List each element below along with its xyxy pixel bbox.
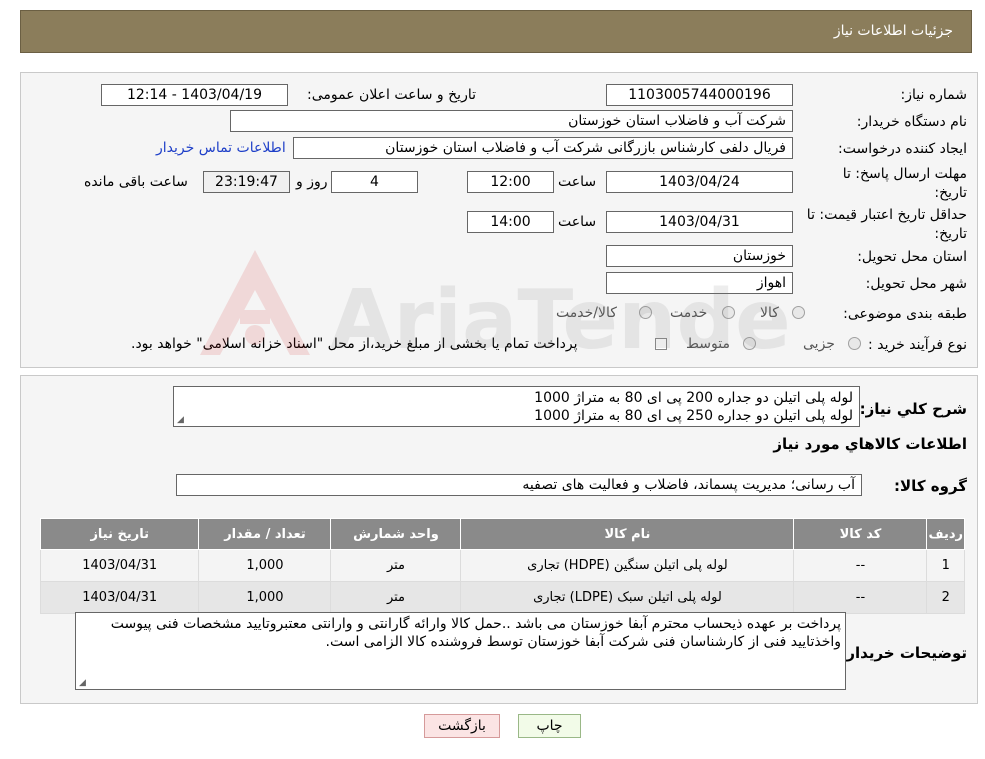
remaining-days-field: 4 xyxy=(331,171,418,193)
col-quantity: تعداد / مقدار xyxy=(198,518,332,550)
summary-label: شرح کلي نياز: xyxy=(859,400,967,418)
buyer-contact-link[interactable]: اطلاعات تماس خریدار xyxy=(156,140,286,156)
table-header-row: رديف کد کالا نام کالا واحد شمارش تعداد /… xyxy=(39,518,965,550)
days-label: روز و xyxy=(296,174,328,190)
buyer-notes-textarea[interactable]: پرداخت بر عهده ذیحساب محترم آبفا خوزستان… xyxy=(75,612,846,690)
print-button[interactable]: چاپ xyxy=(518,714,581,738)
city-label: شهر محل تحویل: xyxy=(865,276,967,292)
goods-group-label: گروه کالا: xyxy=(894,477,967,495)
process-label: نوع فرآیند خرید : xyxy=(868,337,967,353)
need-number-label: شماره نیاز: xyxy=(900,87,968,103)
need-number-field: 1103005744000196 xyxy=(606,84,793,106)
cell-row-number: 1 xyxy=(926,549,965,582)
deadline-time-field: 12:00 xyxy=(467,171,554,193)
col-item-name: نام کالا xyxy=(460,518,795,550)
process-option-medium: متوسط xyxy=(686,336,730,352)
cell-need-date: 1403/04/31 xyxy=(39,581,200,614)
cell-need-date: 1403/04/31 xyxy=(39,549,200,582)
deadline-date-field: 1403/04/24 xyxy=(606,171,793,193)
buyer-notes-text: پرداخت بر عهده ذیحساب محترم آبفا خوزستان… xyxy=(110,616,841,650)
cell-quantity: 1,000 xyxy=(198,581,332,614)
summary-line-1: لوله پلی اتیلن دو جداره 200 پی ای 80 به … xyxy=(534,390,853,406)
remaining-label: ساعت باقی مانده xyxy=(84,174,188,190)
deadline-label: مهلت ارسال پاسخ: تا تاریخ: xyxy=(842,166,967,201)
category-option-goods-service: کالا/خدمت xyxy=(556,305,617,321)
category-radio-goods-service[interactable] xyxy=(639,306,652,319)
province-label: استان محل تحویل: xyxy=(857,249,967,265)
treasury-checkbox[interactable] xyxy=(655,338,667,350)
category-option-service: خدمت xyxy=(670,305,708,321)
cell-row-number: 2 xyxy=(926,581,965,614)
col-unit: واحد شمارش xyxy=(330,518,462,550)
col-need-date: تاریخ نیاز xyxy=(39,518,200,550)
table-row: 1 -- لوله پلی اتیلن سنگین (HDPE) تجاری م… xyxy=(39,549,965,582)
cell-item-code: -- xyxy=(793,549,928,582)
process-radio-medium[interactable] xyxy=(743,337,756,350)
process-radio-minor[interactable] xyxy=(848,337,861,350)
category-label: طبقه بندی موضوعی: xyxy=(843,306,967,322)
process-option-minor: جزیی xyxy=(803,336,835,352)
category-option-goods: کالا xyxy=(760,305,779,321)
cell-item-code: -- xyxy=(793,581,928,614)
category-radio-goods[interactable] xyxy=(792,306,805,319)
cell-quantity: 1,000 xyxy=(198,549,332,582)
items-table: رديف کد کالا نام کالا واحد شمارش تعداد /… xyxy=(39,518,965,614)
category-radio-service[interactable] xyxy=(722,306,735,319)
validity-date-field: 1403/04/31 xyxy=(606,211,793,233)
deadline-time-label: ساعت xyxy=(558,174,597,190)
buyer-org-field: شرکت آب و فاضلاب استان خوزستان xyxy=(230,110,793,132)
summary-textarea[interactable]: لوله پلی اتیلن دو جداره 200 پی ای 80 به … xyxy=(173,386,860,427)
requester-field: فریال دلفی کارشناس بازرگانی شرکت آب و فا… xyxy=(293,137,793,159)
page-title: جزئیات اطلاعات نیاز xyxy=(833,23,953,39)
back-button[interactable]: بازگشت xyxy=(424,714,500,738)
remaining-time-field: 23:19:47 xyxy=(203,171,290,193)
requester-label: ایجاد کننده درخواست: xyxy=(838,141,967,157)
summary-line-2: لوله پلی اتیلن دو جداره 250 پی ای 80 به … xyxy=(534,408,853,424)
announce-datetime-field: 1403/04/19 - 12:14 xyxy=(101,84,288,106)
validity-label: حداقل تاریخ اعتبار قیمت: تا تاریخ: xyxy=(806,207,967,242)
col-row-number: رديف xyxy=(926,518,965,550)
goods-info-title: اطلاعات کالاهاي مورد نياز xyxy=(773,435,967,453)
cell-unit: متر xyxy=(330,549,462,582)
page-header: جزئیات اطلاعات نیاز xyxy=(20,10,972,53)
resize-grip-icon[interactable]: ◢ xyxy=(79,679,87,688)
buyer-notes-label: توضیحات خریدار: xyxy=(840,644,967,662)
city-field: اهواز xyxy=(606,272,793,294)
table-row: 2 -- لوله پلی اتیلن سبک (LDPE) تجاری متر… xyxy=(39,581,965,614)
cell-unit: متر xyxy=(330,581,462,614)
col-item-code: کد کالا xyxy=(793,518,928,550)
validity-time-label: ساعت xyxy=(558,214,597,230)
goods-group-field: آب رسانی؛ مدیریت پسماند، فاضلاب و فعالیت… xyxy=(176,474,862,496)
payment-note: پرداخت تمام یا بخشی از مبلغ خرید،از محل … xyxy=(131,336,578,352)
province-field: خوزستان xyxy=(606,245,793,267)
buyer-org-label: نام دستگاه خریدار: xyxy=(856,114,967,130)
cell-item-name: لوله پلی اتیلن سبک (LDPE) تجاری xyxy=(460,581,795,614)
resize-grip-icon[interactable]: ◢ xyxy=(177,416,185,425)
cell-item-name: لوله پلی اتیلن سنگین (HDPE) تجاری xyxy=(460,549,795,582)
announce-label: تاریخ و ساعت اعلان عمومی: xyxy=(307,87,476,103)
validity-time-field: 14:00 xyxy=(467,211,554,233)
